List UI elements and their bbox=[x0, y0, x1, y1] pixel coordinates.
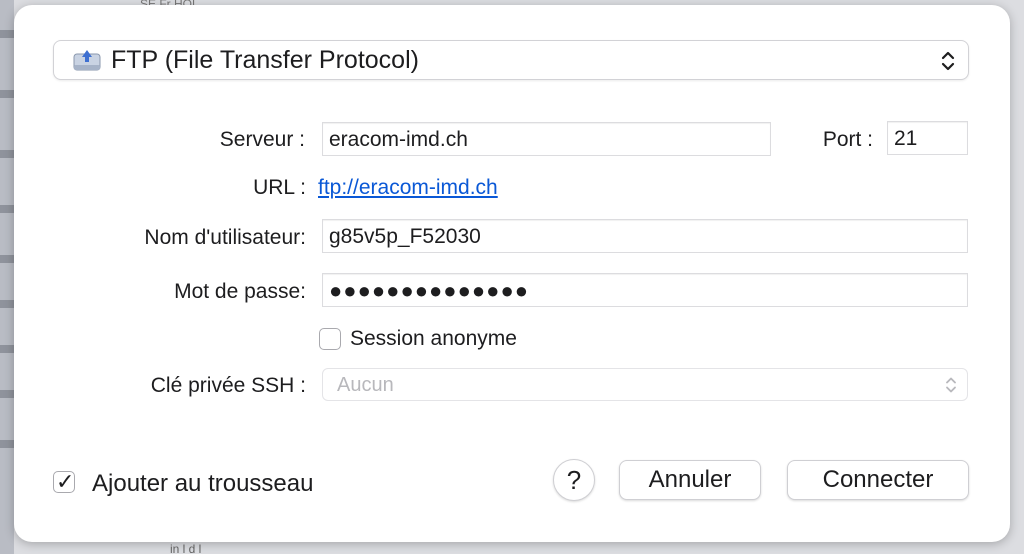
port-label: Port : bbox=[822, 128, 873, 151]
username-label: Nom d'utilisateur: bbox=[144, 226, 306, 249]
url-label: URL : bbox=[253, 176, 306, 199]
server-field[interactable]: eracom-imd.ch bbox=[322, 122, 771, 156]
url-link[interactable]: ftp://eracom-imd.ch bbox=[318, 175, 498, 201]
cancel-button[interactable]: Annuler bbox=[619, 460, 761, 500]
anonymous-label[interactable]: Session anonyme bbox=[350, 326, 517, 352]
connect-button[interactable]: Connecter bbox=[787, 460, 969, 500]
ftp-drive-icon bbox=[73, 50, 101, 71]
protocol-select[interactable]: FTP (File Transfer Protocol) bbox=[53, 40, 969, 80]
password-label: Mot de passe: bbox=[174, 280, 306, 303]
up-down-chevron-icon bbox=[946, 377, 956, 393]
password-field[interactable]: ●●●●●●●●●●●●●● bbox=[322, 273, 968, 307]
help-button[interactable]: ? bbox=[553, 459, 595, 501]
keychain-label[interactable]: Ajouter au trousseau bbox=[92, 470, 313, 498]
ssh-key-label: Clé privée SSH : bbox=[150, 374, 306, 397]
anonymous-checkbox[interactable] bbox=[319, 328, 341, 350]
keychain-checkbox[interactable]: ✓ bbox=[53, 469, 75, 494]
ssh-key-select: Aucun bbox=[322, 368, 968, 401]
background-window-text-bottom: in l d l bbox=[170, 544, 202, 554]
background-window-edge bbox=[0, 0, 14, 554]
connect-dialog: FTP (File Transfer Protocol) Serveur : e… bbox=[14, 5, 1010, 542]
protocol-label: FTP (File Transfer Protocol) bbox=[111, 46, 419, 74]
server-label: Serveur : bbox=[219, 128, 305, 151]
port-field[interactable]: 21 bbox=[887, 121, 968, 155]
username-field[interactable]: g85v5p_F52030 bbox=[322, 219, 968, 253]
up-down-chevron-icon bbox=[941, 51, 955, 71]
ssh-key-value: Aucun bbox=[337, 374, 394, 396]
checkmark-icon: ✓ bbox=[56, 469, 75, 494]
